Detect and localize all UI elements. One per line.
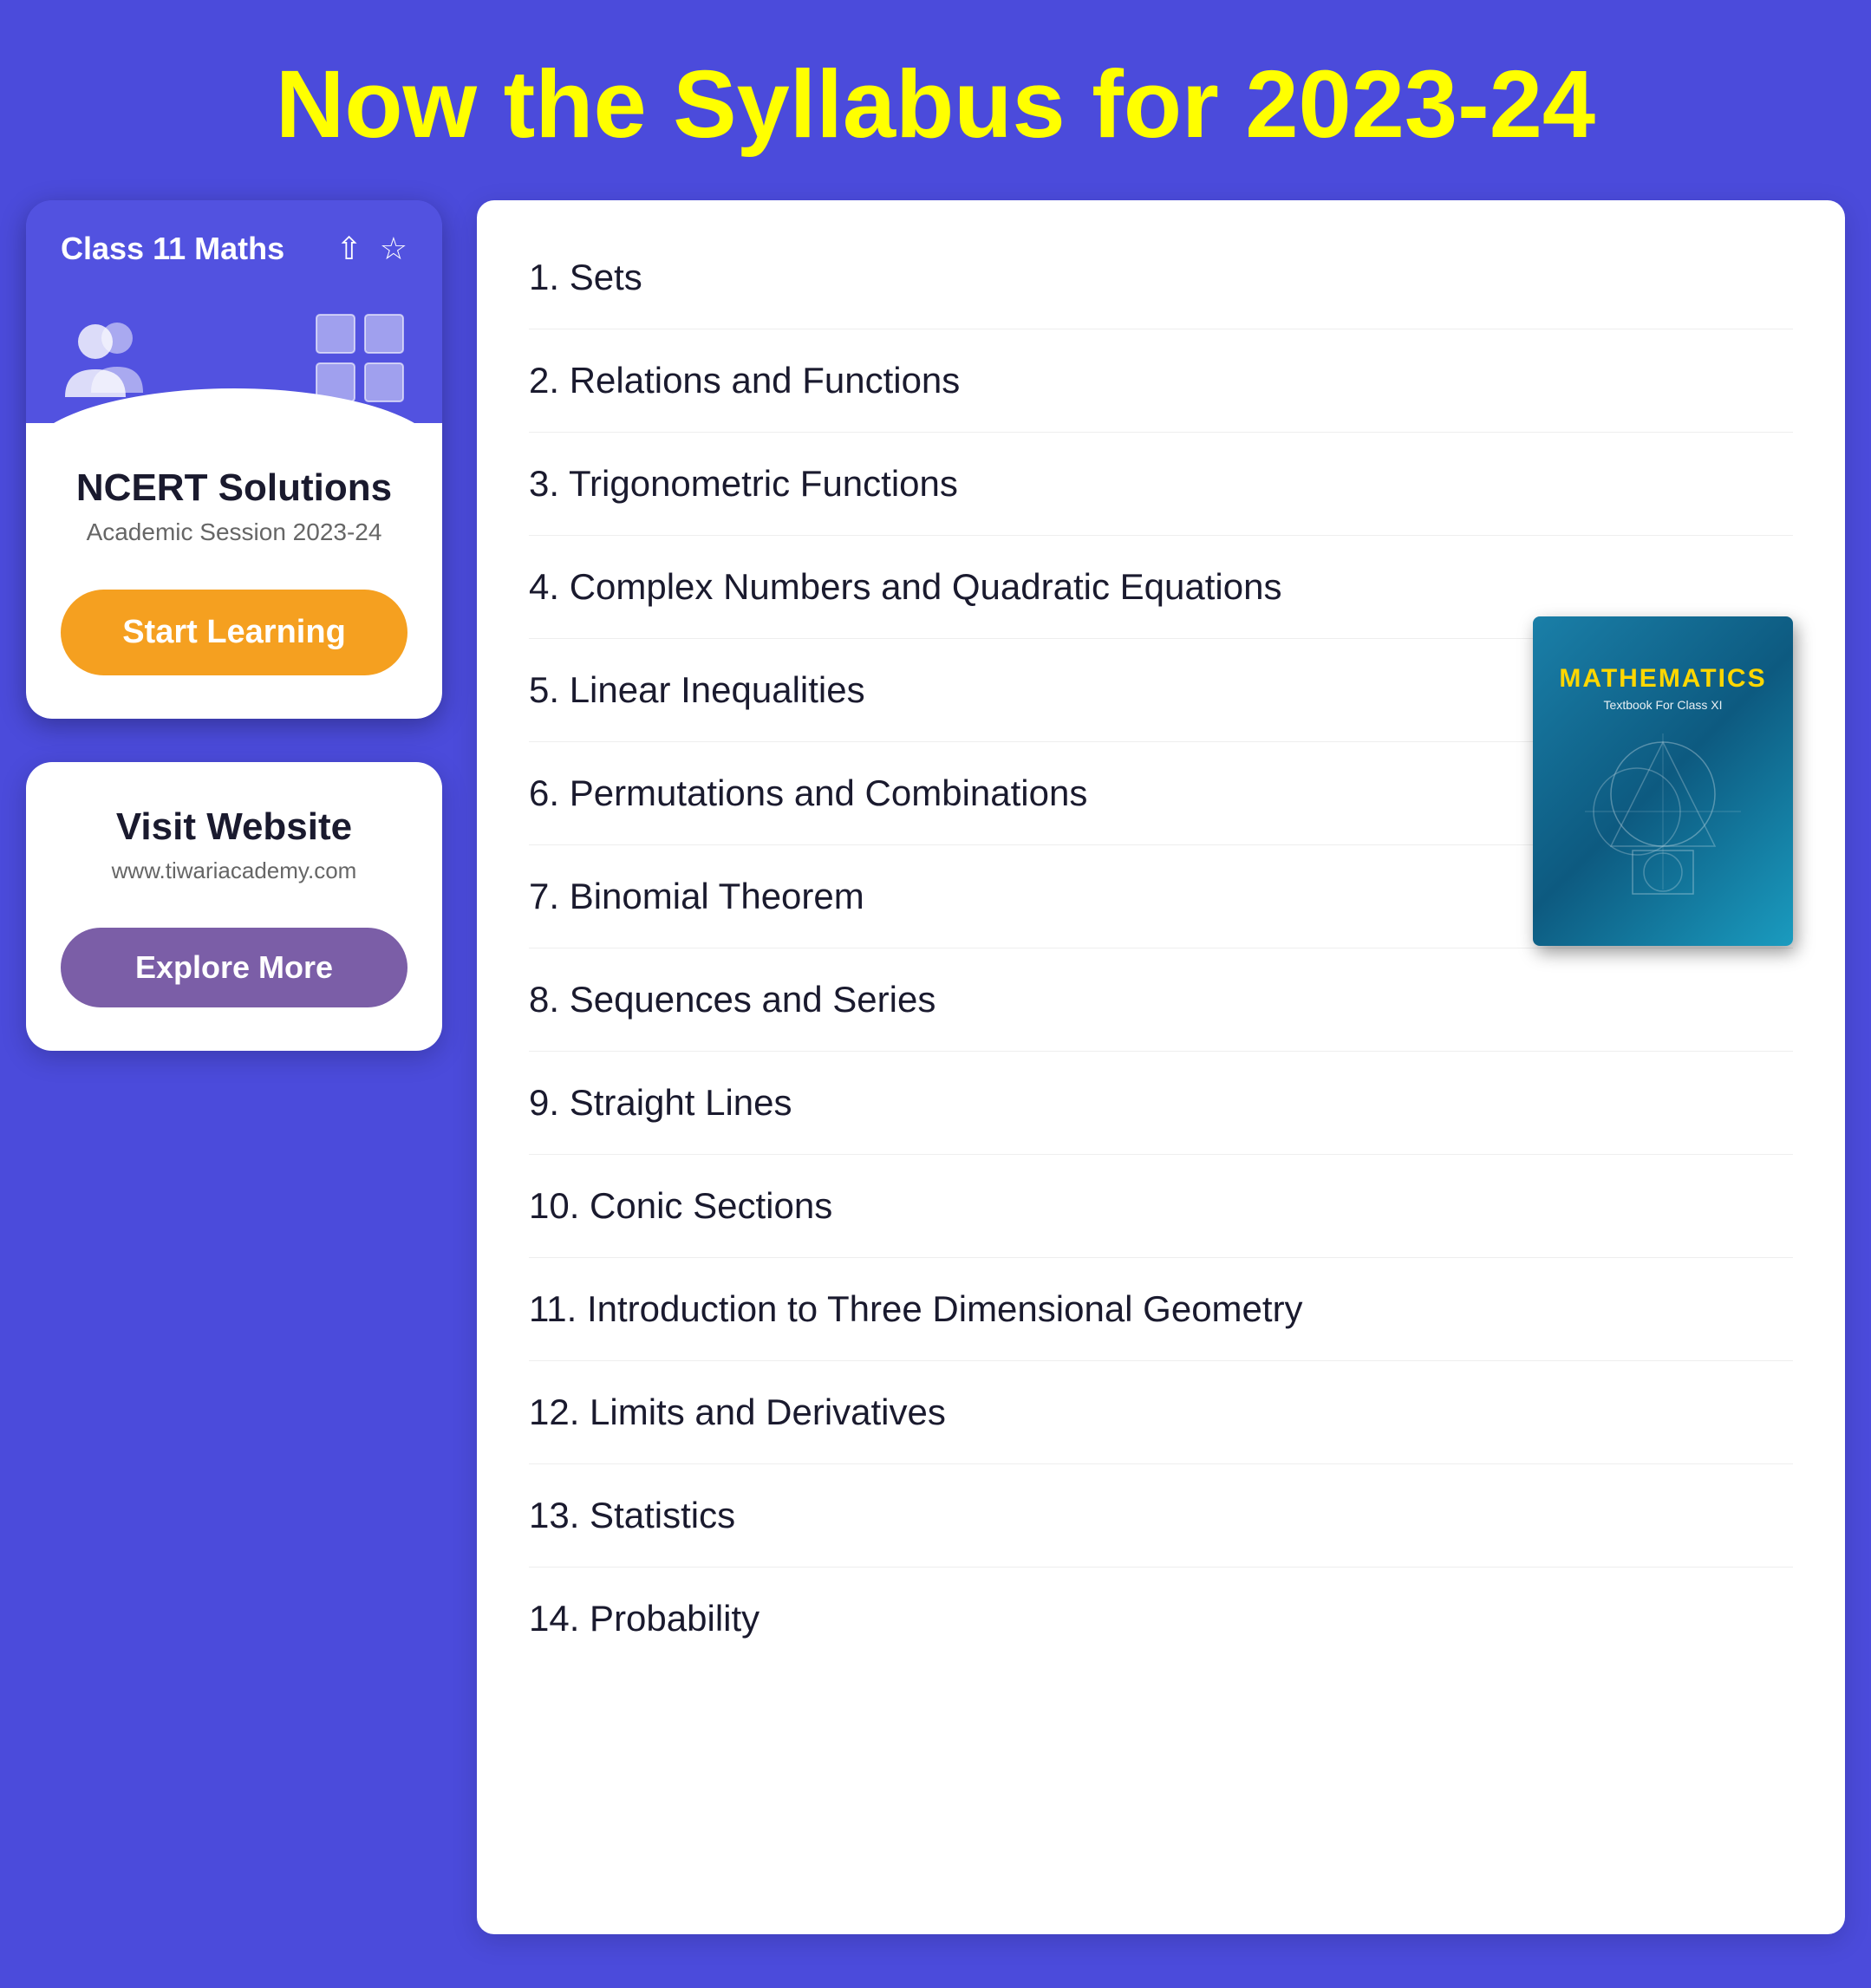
user-group-icon — [61, 319, 156, 397]
page-title: Now the Syllabus for 2023-24 — [0, 0, 1871, 200]
right-panel: MATHEMATICS Textbook For Class XI 1. — [477, 200, 1845, 1934]
chapter-item-10[interactable]: 10. Conic Sections — [529, 1155, 1793, 1258]
share-icon[interactable]: ⇧ — [336, 231, 362, 267]
website-url: www.tiwariacademy.com — [61, 857, 407, 884]
chapter-item-3[interactable]: 3. Trigonometric Functions — [529, 433, 1793, 536]
ncert-subtitle: Academic Session 2023-24 — [61, 518, 407, 546]
chapter-item-2[interactable]: 2. Relations and Functions — [529, 329, 1793, 433]
chapter-list: 1. Sets2. Relations and Functions3. Trig… — [529, 226, 1793, 1670]
app-card-header: Class 11 Maths ⇧ ☆ — [26, 200, 442, 284]
book-cover: MATHEMATICS Textbook For Class XI — [1533, 616, 1793, 946]
ncert-card: NCERT Solutions Academic Session 2023-24… — [26, 423, 442, 719]
chapter-item-12[interactable]: 12. Limits and Derivatives — [529, 1361, 1793, 1464]
app-card: Class 11 Maths ⇧ ☆ — [26, 200, 442, 719]
header-icons: ⇧ ☆ — [336, 231, 407, 267]
left-panel: Class 11 Maths ⇧ ☆ — [26, 200, 442, 1051]
chapter-item-11[interactable]: 11. Introduction to Three Dimensional Ge… — [529, 1258, 1793, 1361]
ncert-title: NCERT Solutions — [61, 466, 407, 510]
chapter-item-9[interactable]: 9. Straight Lines — [529, 1052, 1793, 1155]
start-learning-button[interactable]: Start Learning — [61, 590, 407, 675]
grid-icon — [312, 310, 407, 406]
chapter-item-1[interactable]: 1. Sets — [529, 226, 1793, 329]
book-decoration-svg — [1576, 725, 1750, 898]
user-icon-container — [61, 319, 156, 397]
app-card-title: Class 11 Maths — [61, 231, 284, 267]
chapter-item-13[interactable]: 13. Statistics — [529, 1464, 1793, 1568]
book-cover-title: MATHEMATICS — [1559, 664, 1766, 694]
main-content: Class 11 Maths ⇧ ☆ — [0, 200, 1871, 1986]
chapter-item-14[interactable]: 14. Probability — [529, 1568, 1793, 1670]
star-icon[interactable]: ☆ — [380, 231, 407, 267]
website-card: Visit Website www.tiwariacademy.com Expl… — [26, 762, 442, 1051]
grid-icon-container — [312, 310, 407, 406]
book-cover-subtitle: Textbook For Class XI — [1604, 698, 1723, 712]
explore-more-button[interactable]: Explore More — [61, 928, 407, 1007]
website-title: Visit Website — [61, 805, 407, 849]
chapter-item-8[interactable]: 8. Sequences and Series — [529, 948, 1793, 1052]
